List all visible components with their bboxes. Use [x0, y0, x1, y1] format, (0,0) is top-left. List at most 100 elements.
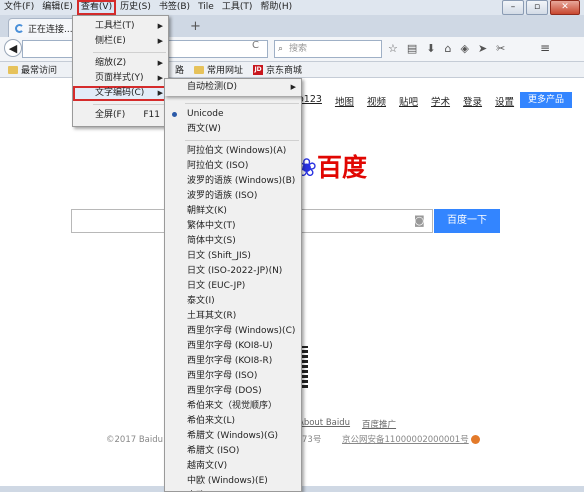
- menu-item-charset[interactable]: 西里尔字母 (KOI8-U): [165, 339, 301, 354]
- menu-item-label: 工具栏(T): [95, 21, 135, 31]
- menu-item-label: 日文 (EUC-JP): [187, 281, 246, 291]
- more-products-button[interactable]: 更多产品: [520, 92, 572, 108]
- menu-bookmarks[interactable]: 书签(B): [155, 0, 194, 15]
- menu-item-label: 文字编码(C): [95, 88, 145, 98]
- menu-item-charset[interactable]: 西里尔字母 (DOS): [165, 384, 301, 399]
- menu-item-fullscreen[interactable]: 全屏(F) F11: [73, 108, 168, 123]
- bookmark-common-sites[interactable]: 常用网址: [194, 63, 253, 76]
- search-placeholder: 搜索: [289, 44, 308, 54]
- menu-item-charset[interactable]: 希伯来文(L): [165, 414, 301, 429]
- menu-history[interactable]: 历史(S): [116, 0, 155, 15]
- bookmark-jd[interactable]: JD 京东商城: [253, 63, 312, 76]
- home-icon[interactable]: ⌂: [445, 42, 452, 55]
- pocket-icon[interactable]: ◈: [460, 42, 468, 55]
- menu-item-label: 繁体中文(T): [187, 221, 236, 231]
- menu-tile[interactable]: Tile: [194, 0, 218, 15]
- link-about-baidu[interactable]: About Baidu: [298, 418, 350, 430]
- menu-file[interactable]: 文件(F): [0, 0, 38, 15]
- download-icon[interactable]: ⬇: [426, 42, 435, 55]
- menu-item-charset[interactable]: 简体中文(S): [165, 234, 301, 249]
- menu-item-charset[interactable]: 日文 (Shift_JIS): [165, 249, 301, 264]
- link-tieba[interactable]: 贴吧: [399, 94, 418, 108]
- window-controls: – ▫ ✕: [502, 0, 580, 15]
- menu-item-charset[interactable]: 西里尔字母 (Windows)(C): [165, 324, 301, 339]
- bookmark-road[interactable]: 路: [175, 63, 194, 76]
- jd-logo-icon: JD: [253, 64, 264, 75]
- menu-item-charset[interactable]: 土耳其文(R): [165, 309, 301, 324]
- text-encoding-menu: Unicode 西文(W) 阿拉伯文 (Windows)(A) 阿拉伯文 (ISO) 波…: [164, 95, 302, 492]
- menu-item-label: 全屏(F): [95, 110, 126, 120]
- star-icon[interactable]: ☆: [388, 42, 398, 55]
- menu-item-charset[interactable]: 繁体中文(T): [165, 219, 301, 234]
- search-input[interactable]: ⌕ 搜索: [274, 40, 382, 58]
- menu-view[interactable]: 查看(V): [76, 0, 117, 15]
- menu-item-charset[interactable]: 波罗的语族 (Windows)(B): [165, 174, 301, 189]
- menu-item-charset[interactable]: 波罗的语族 (ISO): [165, 189, 301, 204]
- menu-item-charset[interactable]: 阿拉伯文 (ISO): [165, 159, 301, 174]
- menu-item-shortcut: F11: [143, 110, 160, 120]
- menu-item-label: 波罗的语族 (Windows)(B): [187, 176, 296, 186]
- icp-text: 73号: [302, 435, 322, 445]
- reading-list-icon[interactable]: ▤: [407, 42, 417, 55]
- menu-item-charset[interactable]: 朝鲜文(K): [165, 204, 301, 219]
- menu-separator: [185, 103, 299, 104]
- view-menu: 工具栏(T) ▶ 侧栏(E) ▶ 缩放(Z) ▶ 页面样式(Y) ▶ 文字编码(C) ▶ …: [72, 15, 169, 127]
- menu-edit[interactable]: 编辑(E): [38, 0, 77, 15]
- baidu-search-button[interactable]: 百度一下: [434, 209, 500, 233]
- menu-item-charset[interactable]: 西里尔字母 (KOI8-R): [165, 354, 301, 369]
- menu-item-charset[interactable]: 西里尔字母 (ISO): [165, 369, 301, 384]
- menu-item-charset[interactable]: 阿拉伯文 (Windows)(A): [165, 144, 301, 159]
- menu-item-charset[interactable]: 泰文(I): [165, 294, 301, 309]
- bookmark-label: 常用网址: [207, 66, 244, 76]
- police-badge-icon: [470, 435, 480, 444]
- screenshot-icon[interactable]: ✂: [496, 42, 505, 55]
- menu-item-label: 希伯来文（视觉顺序）: [187, 401, 278, 411]
- bookmark-most-visited[interactable]: 最常访问: [8, 63, 67, 76]
- share-icon[interactable]: ➤: [478, 42, 487, 55]
- menu-item-charset[interactable]: 希腊文 (Windows)(G): [165, 429, 301, 444]
- camera-icon[interactable]: ◙: [414, 214, 425, 227]
- link-academic[interactable]: 学术: [431, 94, 450, 108]
- link-settings[interactable]: 设置: [495, 94, 514, 108]
- menu-item-charset[interactable]: Unicode: [165, 107, 301, 122]
- new-tab-button[interactable]: +: [190, 20, 201, 34]
- menu-item-charset[interactable]: 中欧 (Windows)(E): [165, 474, 301, 489]
- bookmark-label: 路: [175, 66, 185, 76]
- menu-item-charset[interactable]: 西文(W): [165, 122, 301, 137]
- menu-item-label: 缩放(Z): [95, 58, 127, 68]
- menu-item-page-style[interactable]: 页面样式(Y) ▶: [73, 71, 168, 86]
- menu-item-text-encoding[interactable]: 文字编码(C) ▶: [73, 86, 168, 101]
- police-registration-link[interactable]: 京公网安备11000002000001号: [342, 433, 480, 445]
- link-video[interactable]: 视频: [367, 94, 386, 108]
- close-button[interactable]: ✕: [550, 0, 580, 15]
- back-button[interactable]: ◀: [4, 39, 22, 57]
- menu-help[interactable]: 帮助(H): [256, 0, 296, 15]
- minimize-button[interactable]: –: [502, 0, 524, 15]
- link-login[interactable]: 登录: [463, 94, 482, 108]
- menu-item-auto-detect[interactable]: 自动检测(D) ▶: [165, 80, 301, 95]
- bookmark-label: 最常访问: [21, 66, 58, 76]
- menu-item-sidebar[interactable]: 侧栏(E) ▶: [73, 34, 168, 49]
- menu-item-charset[interactable]: 越南文(V): [165, 459, 301, 474]
- bookmark-label: 京东商城: [266, 66, 303, 76]
- menu-item-label: 西里尔字母 (KOI8-R): [187, 356, 273, 366]
- menu-item-label: Unicode: [187, 109, 224, 119]
- menu-item-charset[interactable]: 希腊文 (ISO): [165, 444, 301, 459]
- menu-item-charset[interactable]: 希伯来文（视觉顺序）: [165, 399, 301, 414]
- hamburger-menu-icon[interactable]: ≡: [540, 41, 550, 55]
- maximize-button[interactable]: ▫: [526, 0, 548, 15]
- link-map[interactable]: 地图: [335, 94, 354, 108]
- submenu-arrow-icon: ▶: [157, 59, 163, 67]
- reload-button[interactable]: C: [252, 40, 259, 51]
- submenu-arrow-icon: ▶: [157, 37, 163, 45]
- menu-item-label: 中欧 (Windows)(E): [187, 476, 268, 486]
- menu-item-label: 西文(W): [187, 124, 221, 134]
- police-text: 京公网安备11000002000001号: [342, 435, 469, 445]
- link-baidu-promotion[interactable]: 百度推广: [362, 418, 396, 430]
- submenu-arrow-icon: ▶: [290, 83, 296, 91]
- menu-item-toolbars[interactable]: 工具栏(T) ▶: [73, 19, 168, 34]
- menu-item-charset[interactable]: 日文 (ISO-2022-JP)(N): [165, 264, 301, 279]
- menu-item-zoom[interactable]: 缩放(Z) ▶: [73, 56, 168, 71]
- menu-item-charset[interactable]: 日文 (EUC-JP): [165, 279, 301, 294]
- menu-tools[interactable]: 工具(T): [218, 0, 257, 15]
